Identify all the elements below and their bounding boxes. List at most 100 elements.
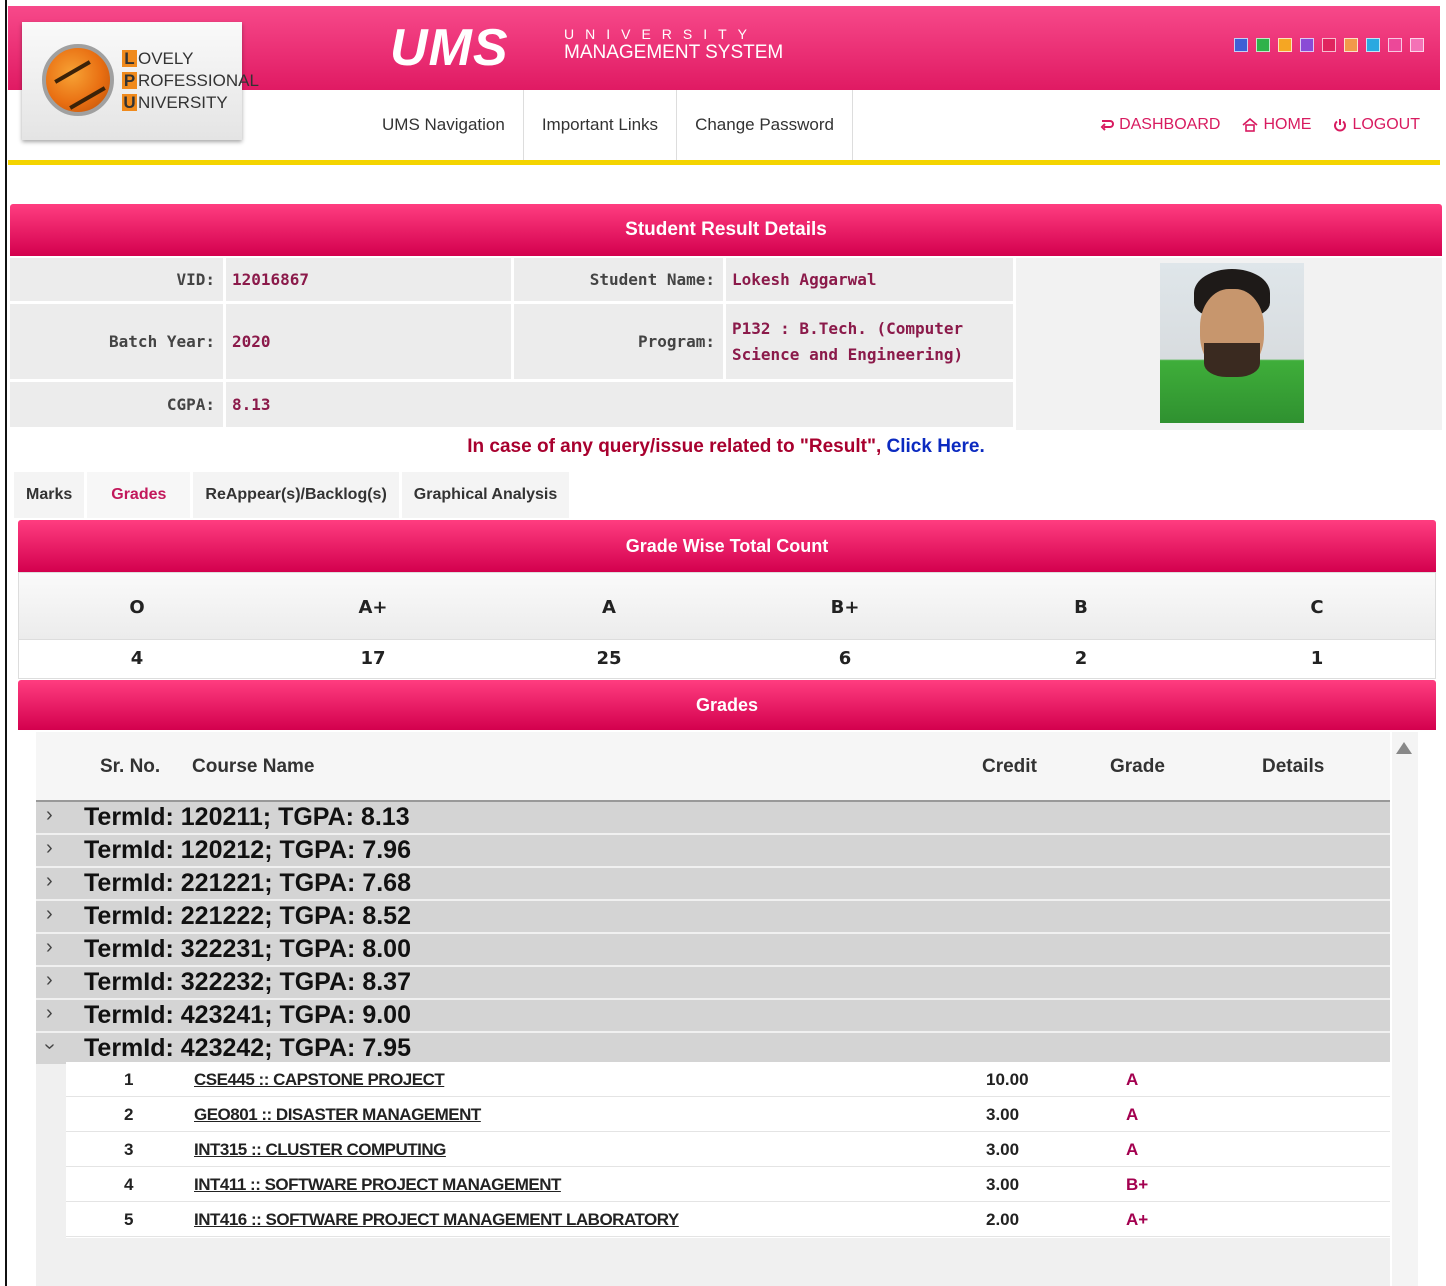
home-icon (1242, 118, 1258, 132)
term-group-row[interactable]: › TermId: 120212; TGPA: 7.96 (36, 835, 1390, 868)
grade-count: 6 (838, 648, 852, 669)
col-sr-no[interactable]: Sr. No. (100, 756, 160, 778)
grade-label: A (602, 597, 616, 618)
result-query-notice: In case of any query/issue related to "R… (467, 436, 985, 457)
grade-count: 1 (1310, 648, 1324, 669)
theme-swatch[interactable] (1322, 38, 1336, 52)
nav-important-links[interactable]: Important Links (524, 90, 678, 160)
student-result-header: Student Result Details (10, 204, 1442, 256)
page-border (5, 0, 7, 1286)
col-grade[interactable]: Grade (1110, 756, 1165, 778)
table-row: 3 INT315 :: CLUSTER COMPUTING 3.00 A (66, 1132, 1390, 1167)
ums-logo-text: UMS (390, 19, 509, 77)
grades-grid: Sr. No. Course Name Credit Grade Details… (36, 732, 1390, 1286)
grade-count: 2 (1074, 648, 1088, 669)
grade-count: 17 (360, 648, 386, 669)
header-divider (8, 160, 1440, 165)
top-navigation: UMS Navigation Important Links Change Pa… (364, 90, 853, 160)
tab-reappear-backlogs[interactable]: ReAppear(s)/Backlog(s) (193, 472, 402, 518)
dashboard-icon (1100, 120, 1115, 131)
term-group-row[interactable]: › TermId: 221222; TGPA: 8.52 (36, 901, 1390, 934)
tab-marks[interactable]: Marks (14, 472, 88, 518)
theme-swatch[interactable] (1256, 38, 1270, 52)
user-navigation: DASHBOARD HOME LOGOUT (1100, 90, 1420, 160)
power-icon (1334, 119, 1347, 132)
theme-swatch[interactable] (1410, 38, 1424, 52)
theme-swatch[interactable] (1366, 38, 1380, 52)
dashboard-link[interactable]: DASHBOARD (1100, 116, 1220, 134)
chevron-right-icon: › (46, 903, 53, 925)
term-group-row[interactable]: › TermId: 423241; TGPA: 9.00 (36, 1000, 1390, 1033)
theme-swatch[interactable] (1388, 38, 1402, 52)
grade-label: B+ (830, 597, 860, 618)
grade-count: 4 (130, 648, 144, 669)
grade-count: 25 (596, 648, 622, 669)
logo-text: L OVELY P ROFESSIONAL U NIVERSITY (122, 49, 259, 112)
tab-grades[interactable]: Grades (87, 472, 194, 518)
theme-swatch[interactable] (1234, 38, 1248, 52)
grades-scrollbar[interactable] (1392, 732, 1418, 1286)
theme-swatch[interactable] (1278, 38, 1292, 52)
chevron-right-icon: › (46, 804, 53, 826)
home-link[interactable]: HOME (1242, 116, 1311, 134)
logout-link[interactable]: LOGOUT (1333, 116, 1420, 134)
nav-change-password[interactable]: Change Password (677, 90, 853, 160)
batch-year-value: 2020 (226, 304, 514, 382)
nav-ums-navigation[interactable]: UMS Navigation (364, 90, 524, 160)
course-link[interactable]: INT315 :: CLUSTER COMPUTING (194, 1140, 446, 1160)
grades-header: Grades (18, 680, 1436, 730)
term-group-row[interactable]: › TermId: 322231; TGPA: 8.00 (36, 934, 1390, 967)
grade-label: C (1310, 597, 1324, 618)
course-link[interactable]: INT411 :: SOFTWARE PROJECT MANAGEMENT (194, 1175, 561, 1195)
course-link[interactable]: INT416 :: SOFTWARE PROJECT MANAGEMENT LA… (194, 1210, 679, 1230)
chevron-down-icon: › (38, 1043, 61, 1050)
vid-label: VID: (10, 258, 226, 304)
student-details: VID: 12016867 Student Name: Lokesh Aggar… (10, 258, 1442, 430)
table-row: 5 INT416 :: SOFTWARE PROJECT MANAGEMENT … (66, 1202, 1390, 1237)
col-course-name[interactable]: Course Name (192, 756, 315, 778)
ums-subtitle: UNIVERSITY MANAGEMENT SYSTEM (564, 26, 784, 63)
program-value: P132 : B.Tech. (Computer Science and Eng… (726, 304, 1016, 382)
grade-count-table: O A+ A B+ B C 4 17 25 6 2 1 (18, 572, 1436, 679)
course-link[interactable]: CSE445 :: CAPSTONE PROJECT (194, 1070, 445, 1090)
theme-swatch[interactable] (1344, 38, 1358, 52)
student-photo (1160, 263, 1304, 423)
grades-column-headers: Sr. No. Course Name Credit Grade Details (36, 732, 1390, 802)
table-row: 4 INT411 :: SOFTWARE PROJECT MANAGEMENT … (66, 1167, 1390, 1202)
table-row: 1 CSE445 :: CAPSTONE PROJECT 10.00 A (66, 1062, 1390, 1097)
click-here-link[interactable]: Click Here. (887, 436, 985, 457)
grade-count-header: Grade Wise Total Count (18, 520, 1436, 572)
tab-graphical-analysis[interactable]: Graphical Analysis (401, 472, 573, 518)
header: L OVELY P ROFESSIONAL U NIVERSITY UMS UNIVE… (8, 6, 1440, 165)
scroll-up-arrow-icon[interactable] (1396, 742, 1412, 754)
chevron-right-icon: › (46, 1002, 53, 1024)
grade-label: B (1074, 597, 1088, 618)
grade-label: O (129, 597, 145, 618)
grade-count-head-row: O A+ A B+ B C (18, 572, 1436, 640)
result-tabs: Marks Grades ReAppear(s)/Backlog(s) Grap… (14, 472, 573, 518)
chevron-right-icon: › (46, 969, 53, 991)
course-list: 1 CSE445 :: CAPSTONE PROJECT 10.00 A 2 G… (66, 1062, 1390, 1238)
chevron-right-icon: › (46, 870, 53, 892)
col-details[interactable]: Details (1262, 756, 1324, 778)
term-group-row[interactable]: › TermId: 120211; TGPA: 8.13 (36, 802, 1390, 835)
vid-value: 12016867 (226, 258, 514, 304)
program-label: Program: (514, 304, 726, 382)
chevron-right-icon: › (46, 837, 53, 859)
cgpa-value: 8.13 (226, 382, 1016, 430)
theme-swatch[interactable] (1300, 38, 1314, 52)
term-group-row[interactable]: › TermId: 221221; TGPA: 7.68 (36, 868, 1390, 901)
course-link[interactable]: GEO801 :: DISASTER MANAGEMENT (194, 1105, 481, 1125)
term-group-row[interactable]: › TermId: 322232; TGPA: 8.37 (36, 967, 1390, 1000)
logo-emblem-icon (42, 44, 114, 116)
table-row: 2 GEO801 :: DISASTER MANAGEMENT 3.00 A (66, 1097, 1390, 1132)
grade-label: A+ (358, 597, 388, 618)
cgpa-label: CGPA: (10, 382, 226, 430)
student-name-label: Student Name: (514, 258, 726, 304)
chevron-right-icon: › (46, 936, 53, 958)
col-credit[interactable]: Credit (982, 756, 1037, 778)
student-name-value: Lokesh Aggarwal (726, 258, 1016, 304)
grade-count-values-row: 4 17 25 6 2 1 (18, 640, 1436, 679)
theme-switcher (1234, 38, 1424, 52)
university-logo[interactable]: L OVELY P ROFESSIONAL U NIVERSITY (22, 22, 259, 140)
